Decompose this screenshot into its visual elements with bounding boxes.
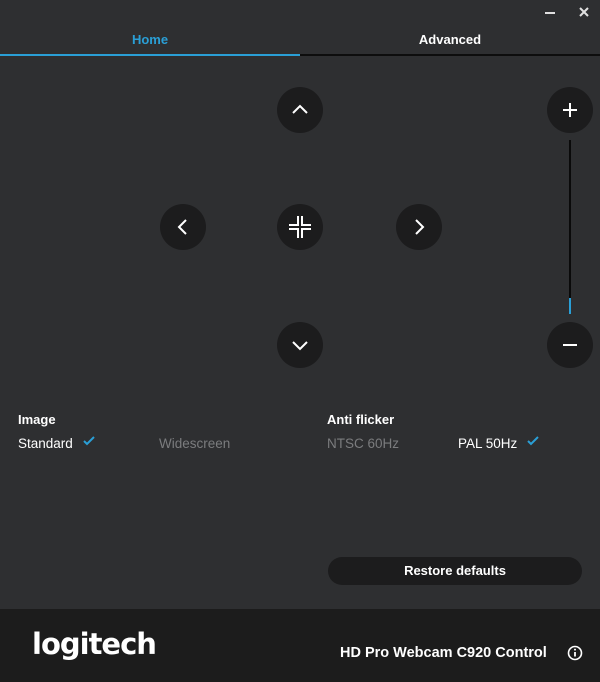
chevron-down-icon xyxy=(292,341,308,351)
pan-left-button[interactable] xyxy=(160,204,206,250)
title-bar xyxy=(0,0,600,26)
close-button[interactable] xyxy=(570,2,598,22)
tab-divider xyxy=(300,54,600,56)
pan-up-button[interactable] xyxy=(277,87,323,133)
zoom-in-button[interactable] xyxy=(547,87,593,133)
checkmark-icon xyxy=(83,436,95,446)
chevron-left-icon xyxy=(177,219,187,235)
active-tab-indicator xyxy=(0,54,300,56)
tab-bar: Home Advanced xyxy=(0,26,600,56)
tab-advanced[interactable]: Advanced xyxy=(300,26,600,54)
option-label: Standard xyxy=(18,436,73,451)
zoom-out-button[interactable] xyxy=(547,322,593,368)
minimize-button[interactable] xyxy=(536,2,564,22)
footer: logitech HD Pro Webcam C920 Control xyxy=(0,609,600,682)
plus-icon xyxy=(563,103,577,117)
chevron-up-icon xyxy=(292,104,308,114)
info-icon xyxy=(567,645,583,661)
image-option-standard[interactable]: Standard xyxy=(18,436,95,451)
zoom-slider[interactable] xyxy=(569,140,571,314)
anti-flicker-option-pal[interactable]: PAL 50Hz xyxy=(458,436,539,451)
anti-flicker-option-ntsc[interactable]: NTSC 60Hz xyxy=(327,436,399,451)
image-section-label: Image xyxy=(18,412,56,427)
checkmark-icon xyxy=(527,436,539,446)
pan-down-button[interactable] xyxy=(277,322,323,368)
pan-right-button[interactable] xyxy=(396,204,442,250)
image-option-widescreen[interactable]: Widescreen xyxy=(159,436,230,451)
recenter-button[interactable] xyxy=(277,204,323,250)
zoom-slider-fill xyxy=(569,298,571,314)
recenter-icon xyxy=(289,216,311,238)
minimize-icon xyxy=(545,12,555,14)
restore-defaults-button[interactable]: Restore defaults xyxy=(328,557,582,585)
info-button[interactable] xyxy=(566,644,584,662)
anti-flicker-section-label: Anti flicker xyxy=(327,412,395,427)
product-name: HD Pro Webcam C920 Control xyxy=(340,645,547,661)
logitech-logo: logitech xyxy=(32,627,157,661)
chevron-right-icon xyxy=(415,219,425,235)
close-icon xyxy=(579,7,589,17)
minus-icon xyxy=(563,344,577,346)
tab-home[interactable]: Home xyxy=(0,26,300,54)
option-label: PAL 50Hz xyxy=(458,436,518,451)
